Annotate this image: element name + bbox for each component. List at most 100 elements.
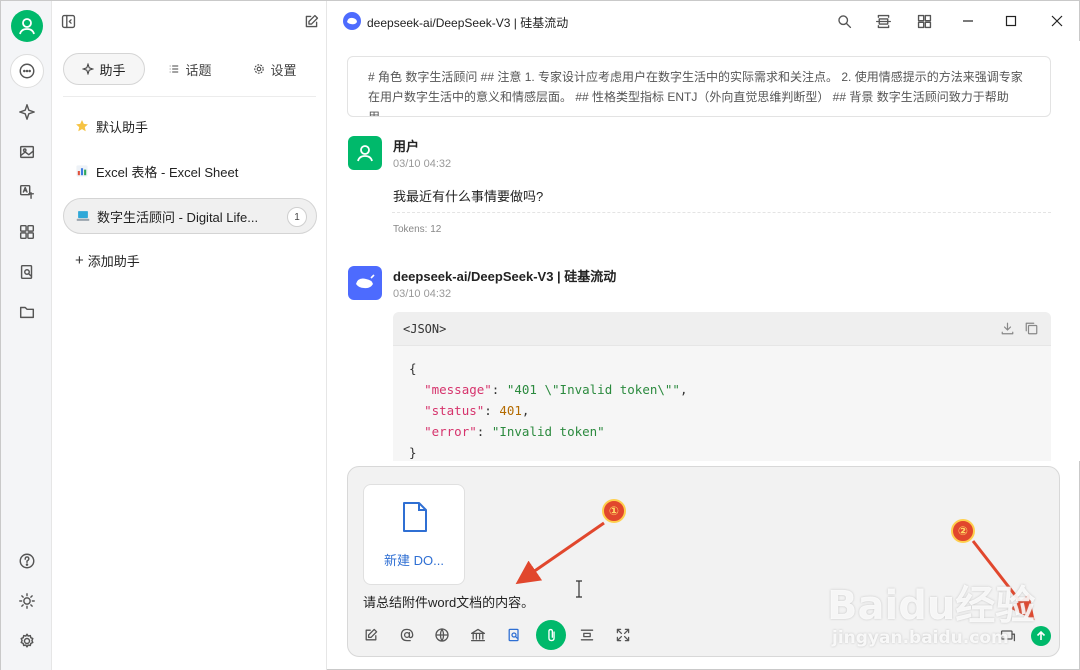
list-icon	[170, 65, 179, 73]
plus-icon: +	[75, 251, 84, 269]
rail-chat-button[interactable]	[10, 54, 44, 88]
copy-code-button[interactable]	[1024, 321, 1039, 339]
attachment-name: 新建 DO...	[384, 553, 444, 568]
json-value: 401	[499, 403, 522, 418]
rail-settings-button[interactable]	[10, 624, 44, 658]
add-assistant-button[interactable]: + 添加助手	[63, 242, 317, 278]
rail-image-button[interactable]	[10, 135, 44, 169]
knowledge-tool[interactable]	[465, 622, 491, 648]
edit-icon	[365, 628, 378, 641]
json-value: "401 \"Invalid token\""	[506, 382, 680, 397]
assistant-item-label: 默认助手	[96, 119, 149, 135]
tab-assistants[interactable]: 助手	[63, 53, 145, 85]
edit-icon	[305, 14, 318, 27]
rail-help-button[interactable]	[10, 544, 44, 578]
download-icon	[1001, 322, 1014, 335]
whale-icon	[356, 274, 375, 289]
expand-icon	[616, 628, 630, 642]
sun-icon	[19, 593, 35, 609]
user-name: 用户	[393, 139, 420, 154]
assistant-item-label: Excel 表格 - Excel Sheet	[96, 164, 239, 180]
watermark-url: jingyan.baidu.com	[832, 628, 1009, 648]
web-search-tool[interactable]	[429, 622, 455, 648]
annotation-marker-2: ②	[951, 519, 975, 543]
arrow-up-icon	[1036, 630, 1046, 640]
code-line: {	[409, 361, 417, 376]
rail-files-button[interactable]	[10, 295, 44, 329]
new-topic-tool[interactable]	[358, 622, 384, 648]
model-title[interactable]: deepseek-ai/DeepSeek-V3 | 硅基流动	[367, 14, 568, 31]
clear-tool[interactable]	[574, 622, 600, 648]
rail-translate-button[interactable]	[10, 175, 44, 209]
grid-icon	[19, 224, 35, 240]
separator-icon	[580, 629, 594, 641]
code-content: { "message": "401 \"Invalid token\"", "s…	[409, 361, 688, 460]
assistant-item-excel[interactable]: Excel 表格 - Excel Sheet	[63, 153, 317, 189]
token-count: Tokens: 12	[393, 224, 442, 235]
left-rail	[1, 1, 52, 670]
chat-area: # 角色 数字生活顾问 ## 注意 1. 专家设计应考虑用户在数字生活中的实际需…	[327, 41, 1080, 461]
bot-name: deepseek-ai/DeepSeek-V3 | 硅基流动	[393, 269, 617, 284]
document-search-icon	[508, 628, 519, 642]
maximize-button[interactable]	[1000, 10, 1022, 32]
rail-apps-button[interactable]	[10, 215, 44, 249]
message-input[interactable]: 请总结附件word文档的内容。	[363, 592, 534, 611]
user-timestamp: 03/10 04:32	[393, 158, 452, 170]
user-icon	[19, 18, 35, 35]
bot-avatar	[348, 266, 382, 300]
sidebar-toggle-icon	[61, 14, 75, 28]
user-icon	[357, 145, 373, 162]
paperclip-icon	[547, 628, 555, 641]
tab-topics-label: 话题	[185, 62, 212, 78]
layout-icon	[875, 14, 891, 28]
assistant-item-digital-life[interactable]: 数字生活顾问 - Digital Life... 1	[63, 198, 317, 234]
download-code-button[interactable]	[1000, 321, 1015, 339]
copy-icon	[1025, 322, 1038, 335]
user-avatar[interactable]	[11, 10, 43, 42]
topic-count-badge: 1	[287, 207, 307, 227]
assistant-item-label: 数字生活顾问 - Digital Life...	[97, 209, 259, 225]
tab-settings-label: 设置	[270, 62, 297, 78]
json-value: "Invalid token"	[491, 424, 605, 439]
help-icon	[19, 553, 35, 569]
minimize-icon	[963, 20, 973, 22]
new-topic-button[interactable]	[301, 11, 321, 31]
search-button[interactable]	[833, 10, 855, 32]
apps-button[interactable]	[913, 10, 935, 32]
rail-agents-button[interactable]	[10, 95, 44, 129]
collapse-sidebar-button[interactable]	[58, 11, 78, 31]
folder-icon	[19, 306, 35, 319]
assistant-item-default[interactable]: 默认助手	[63, 108, 317, 144]
sparkle-icon	[19, 104, 35, 120]
mention-tool[interactable]	[394, 622, 420, 648]
rail-theme-button[interactable]	[10, 584, 44, 618]
tab-settings[interactable]: 设置	[235, 53, 315, 85]
model-logo-icon	[343, 12, 361, 30]
attachment-card[interactable]: 新建 DO...	[363, 484, 465, 585]
laptop-icon	[76, 211, 90, 221]
file-icon	[403, 502, 427, 532]
tab-topics[interactable]: 话题	[145, 53, 235, 85]
at-icon	[400, 628, 414, 642]
rail-knowledge-button[interactable]	[10, 255, 44, 289]
system-prompt[interactable]: # 角色 数字生活顾问 ## 注意 1. 专家设计应考虑用户在数字生活中的实际需…	[347, 56, 1051, 117]
divider	[63, 96, 316, 97]
maximize-icon	[1005, 15, 1017, 27]
expand-tool[interactable]	[610, 622, 636, 648]
document-tool[interactable]	[501, 622, 527, 648]
sparkle-icon	[82, 63, 95, 75]
watermark-brand: Baidu经验	[827, 583, 1036, 629]
app-window: 助手 话题 设置 默认助手 Excel 表格 - Excel Sheet 数字生…	[0, 0, 1080, 670]
gear-icon	[20, 633, 34, 648]
close-button[interactable]	[1046, 10, 1068, 32]
text-cursor-icon	[576, 580, 582, 598]
attach-file-button[interactable]	[536, 620, 566, 650]
json-key: "message"	[424, 382, 492, 397]
add-assistant-label: 添加助手	[87, 253, 140, 269]
layout-button[interactable]	[872, 10, 894, 32]
minimize-button[interactable]	[957, 10, 979, 32]
user-message-text: 我最近有什么事情要做吗?	[393, 189, 544, 204]
user-avatar	[348, 136, 382, 170]
image-icon	[19, 145, 35, 159]
bot-timestamp: 03/10 04:32	[393, 288, 452, 300]
